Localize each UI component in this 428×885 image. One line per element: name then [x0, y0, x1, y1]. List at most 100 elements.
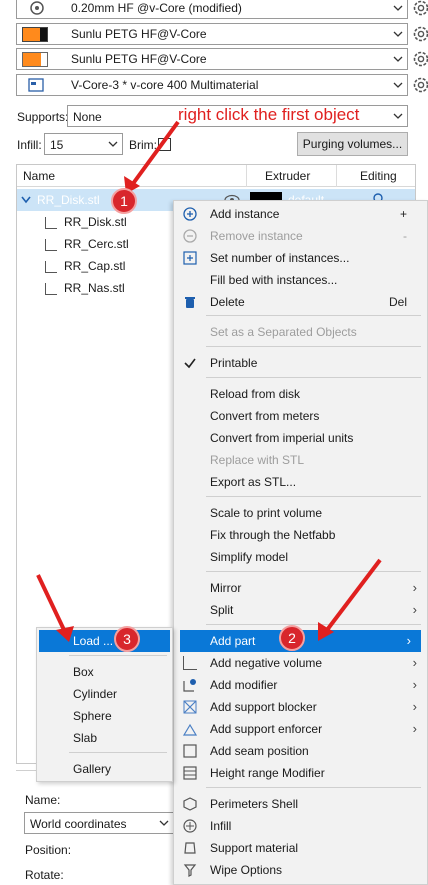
menu-infill[interactable]: Infill — [174, 815, 427, 837]
modifier-icon — [183, 679, 196, 692]
menu-fill-bed[interactable]: Fill bed with instances... — [174, 269, 427, 291]
menu-label: Replace with STL — [210, 453, 305, 467]
chevron-down-icon — [393, 31, 403, 37]
part-name: RR_Disk.stl — [64, 215, 127, 229]
menu-shortcut: + — [399, 207, 407, 221]
submenu-arrow-icon: › — [412, 721, 417, 736]
infill-label: Infill: — [17, 138, 42, 152]
menu-separator — [69, 752, 167, 753]
menu-support-material[interactable]: Support material — [174, 837, 427, 859]
menu-set-number-instances[interactable]: Set number of instances... — [174, 247, 427, 269]
column-editing[interactable]: Editing — [360, 169, 397, 183]
menu-label: Add support enforcer — [210, 722, 323, 736]
chevron-down-icon — [393, 113, 403, 119]
perimeters-icon — [183, 797, 197, 811]
menu-label: Convert from meters — [210, 409, 320, 423]
plus-circle-icon — [183, 207, 197, 221]
submenu-slab[interactable]: Slab — [37, 727, 172, 749]
menu-add-instance[interactable]: Add instance + — [174, 203, 427, 225]
menu-remove-instance[interactable]: Remove instance - — [174, 225, 427, 247]
name-label: Name: — [25, 793, 61, 807]
menu-delete[interactable]: Delete Del — [174, 291, 427, 313]
part-name: RR_Nas.stl — [64, 281, 125, 295]
wipe-icon — [183, 864, 197, 877]
menu-add-seam-position[interactable]: Add seam position — [174, 740, 427, 762]
menu-wipe-options[interactable]: Wipe Options — [174, 859, 427, 881]
menu-label: Wipe Options — [210, 863, 283, 877]
menu-replace-stl[interactable]: Replace with STL — [174, 449, 427, 471]
menu-label: Delete — [210, 295, 245, 309]
menu-label: Support material — [210, 841, 299, 855]
menu-add-support-enforcer[interactable]: Add support enforcer › — [174, 718, 427, 740]
part-name: RR_Cap.stl — [64, 259, 126, 273]
submenu-cylinder[interactable]: Cylinder — [37, 683, 172, 705]
menu-shortcut: Del — [388, 295, 407, 309]
menu-set-separated[interactable]: Set as a Separated Objects — [174, 321, 427, 343]
chevron-down-icon — [108, 141, 118, 147]
submenu-label: Gallery — [73, 762, 112, 776]
menu-simplify-model[interactable]: Simplify model — [174, 546, 427, 568]
height-range-icon — [183, 766, 197, 780]
menu-add-support-blocker[interactable]: Add support blocker › — [174, 696, 427, 718]
submenu-box[interactable]: Box — [37, 661, 172, 683]
column-name[interactable]: Name — [23, 169, 55, 183]
chevron-down-icon[interactable] — [21, 196, 31, 204]
part-icon — [45, 261, 57, 273]
filament-2-gear-icon[interactable] — [412, 50, 428, 68]
printer-gear-icon[interactable] — [412, 76, 428, 94]
menu-label: Simplify model — [210, 550, 289, 564]
menu-split[interactable]: Split › — [174, 599, 427, 621]
submenu-gallery[interactable]: Gallery — [37, 758, 172, 780]
print-settings-icon — [30, 1, 44, 15]
print-profile-value: 0.20mm HF @v-Core (modified) — [71, 1, 242, 15]
menu-label: Fix through the Netfabb — [210, 528, 336, 542]
filament-1-gear-icon[interactable] — [412, 25, 428, 43]
purging-volumes-button[interactable]: Purging volumes... — [297, 132, 408, 156]
instances-icon — [183, 251, 197, 265]
filament-combo-2[interactable]: Sunlu PETG HF@V-Core — [16, 48, 408, 70]
menu-perimeters-shell[interactable]: Perimeters Shell — [174, 793, 427, 815]
checkmark-icon — [184, 358, 196, 369]
menu-convert-meters[interactable]: Convert from meters — [174, 405, 427, 427]
menu-separator — [69, 655, 167, 656]
menu-fix-netfabb[interactable]: Fix through the Netfabb — [174, 524, 427, 546]
menu-label: Add seam position — [210, 744, 309, 758]
menu-printable[interactable]: Printable — [174, 352, 427, 374]
step-badge-1: 1 — [111, 188, 137, 214]
seam-icon — [183, 744, 197, 758]
column-extruder[interactable]: Extruder — [265, 169, 310, 183]
menu-label: Reload from disk — [210, 387, 301, 401]
menu-reload-from-disk[interactable]: Reload from disk — [174, 383, 427, 405]
submenu-arrow-icon: › — [412, 677, 417, 692]
step-badge-3: 3 — [114, 626, 140, 652]
filament-color-swatch — [22, 52, 48, 67]
print-profile-combo[interactable]: 0.20mm HF @v-Core (modified) — [16, 0, 408, 19]
menu-separator — [206, 315, 421, 316]
menu-convert-imperial[interactable]: Convert from imperial units — [174, 427, 427, 449]
submenu-label: Cylinder — [73, 687, 118, 701]
print-profile-gear-icon[interactable] — [412, 0, 428, 17]
menu-add-negative-volume[interactable]: Add negative volume › — [174, 652, 427, 674]
menu-separator — [206, 496, 421, 497]
menu-add-modifier[interactable]: Add modifier › — [174, 674, 427, 696]
infill-combo[interactable]: 15 — [44, 133, 123, 155]
filament-color-swatch — [22, 27, 48, 42]
menu-label: Infill — [210, 819, 232, 833]
menu-export-stl[interactable]: Export as STL... — [174, 471, 427, 493]
menu-scale-print-volume[interactable]: Scale to print volume — [174, 502, 427, 524]
filament-combo-1[interactable]: Sunlu PETG HF@V-Core — [16, 23, 408, 45]
submenu-sphere[interactable]: Sphere — [37, 705, 172, 727]
printer-combo[interactable]: V-Core-3 * v-core 400 Multimaterial — [16, 74, 408, 96]
chevron-down-icon — [159, 820, 169, 826]
menu-height-range-modifier[interactable]: Height range Modifier — [174, 762, 427, 784]
menu-label: Fill bed with instances... — [210, 273, 338, 287]
menu-label: Scale to print volume — [210, 506, 323, 520]
submenu-label: Load ... — [73, 634, 114, 648]
submenu-load[interactable]: Load ... — [39, 630, 170, 652]
menu-label: Printable — [210, 356, 258, 370]
part-icon — [45, 239, 57, 251]
coordinates-combo[interactable]: World coordinates — [24, 812, 174, 834]
brim-checkbox[interactable] — [158, 138, 171, 151]
minus-circle-icon — [183, 229, 197, 243]
menu-mirror[interactable]: Mirror › — [174, 577, 427, 599]
